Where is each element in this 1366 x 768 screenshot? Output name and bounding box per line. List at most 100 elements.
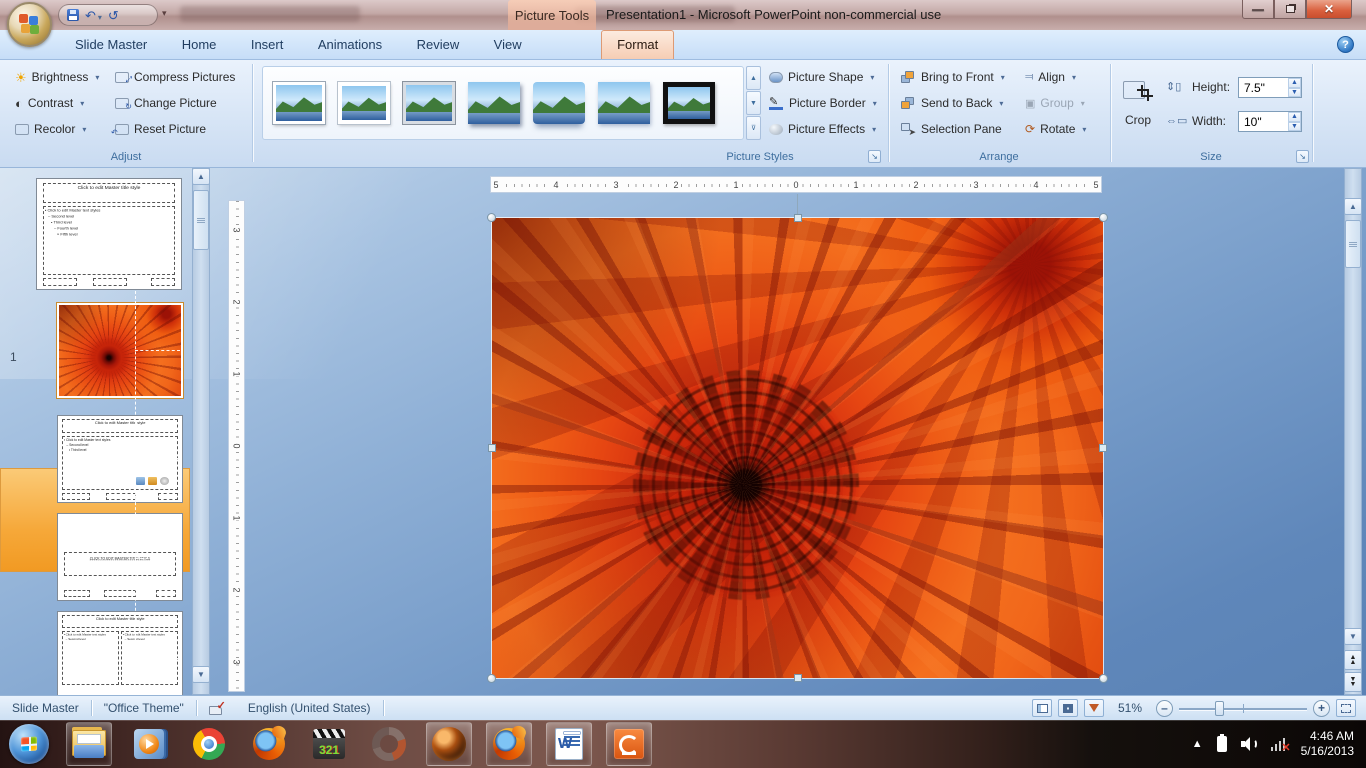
help-icon[interactable]: ? [1337,36,1354,53]
tab-animations[interactable]: Animations [303,31,397,60]
change-picture-button[interactable]: ↻ Change Picture [112,92,220,114]
scroll-up-button[interactable]: ▲ [192,168,210,185]
zoom-slider-thumb[interactable] [1215,701,1224,716]
picture-effects-button[interactable]: Picture Effects ▾ [766,118,879,140]
flower-picture[interactable] [492,218,1103,678]
zoom-out-button[interactable]: – [1156,700,1173,717]
align-button[interactable]: ⫤ Align ▾ [1022,66,1079,88]
taskbar-word[interactable]: W [546,722,592,766]
tab-home[interactable]: Home [167,31,232,60]
picture-style-thumbnail[interactable] [663,82,715,124]
theme-name-status[interactable]: "Office Theme" [92,696,196,720]
scroll-down-button[interactable]: ▼ [1344,628,1362,645]
resize-handle-bottom[interactable] [794,674,802,682]
battery-icon[interactable] [1217,736,1227,752]
width-spin-down-button[interactable]: ▼ [1288,122,1301,132]
previous-slide-button[interactable]: ▲▲ [1344,650,1362,670]
view-name-status[interactable]: Slide Master [0,696,91,720]
layout-thumbnail[interactable]: Click to edit Master title style ▪ Click… [57,611,183,695]
resize-handle-top-right[interactable] [1099,213,1108,222]
tab-format[interactable]: Format [601,30,674,59]
zoom-in-button[interactable]: + [1313,700,1330,717]
gallery-more-button[interactable]: ⊽ [746,116,761,140]
speaker-icon[interactable] [1241,737,1257,751]
crop-button[interactable]: Crop [1116,66,1160,142]
resize-handle-bottom-left[interactable] [487,674,496,683]
master-slide-thumbnail[interactable]: Click to edit Master title style ▪ Click… [36,178,182,290]
taskbar-media-player[interactable] [126,722,172,766]
zoom-level[interactable]: 51% [1110,701,1150,715]
resize-handle-left[interactable] [488,444,496,452]
picture-style-thumbnail[interactable] [533,82,585,124]
taskbar-media-player-classic[interactable]: 321 [306,722,352,766]
network-icon[interactable]: ✕ [1271,737,1287,751]
picture-border-button[interactable]: ✎ Picture Border ▾ [766,92,880,114]
tab-view[interactable]: View [479,31,537,60]
resize-handle-right[interactable] [1099,444,1107,452]
group-button[interactable]: ▣ Group ▾ [1022,92,1088,114]
resize-handle-top[interactable] [794,214,802,222]
bring-to-front-button[interactable]: Bring to Front ▾ [898,66,1008,88]
picture-styles-dialog-launcher[interactable]: ↘ [868,150,881,163]
zoom-slider[interactable] [1179,700,1307,717]
picture-style-thumbnail[interactable] [273,82,325,124]
close-button[interactable]: ✕ [1306,0,1352,19]
start-button[interactable] [6,722,52,766]
send-to-back-button[interactable]: Send to Back ▾ [898,92,1006,114]
language-status[interactable]: English (United States) [236,696,383,720]
clock[interactable]: 4:46 AM 5/16/2013 [1301,729,1354,759]
tray-expand-icon[interactable]: ▲ [1192,738,1203,750]
width-spin-up-button[interactable]: ▲ [1288,112,1301,122]
layout-thumbnail[interactable]: CLICK TO EDIT MASTER TITLE STYLE [57,513,183,601]
tab-review[interactable]: Review [402,31,475,60]
gallery-scroll-up-button[interactable]: ▲ [746,66,761,90]
scroll-up-button[interactable]: ▲ [1344,198,1362,215]
normal-view-button[interactable] [1032,699,1052,717]
save-icon[interactable] [67,9,79,21]
scrollbar-thumb[interactable] [1345,220,1361,268]
taskbar-windows-explorer[interactable] [66,722,112,766]
recolor-button[interactable]: Recolor ▾ [12,118,89,140]
resize-handle-top-left[interactable] [487,213,496,222]
picture-style-thumbnail[interactable] [468,82,520,124]
spelling-status[interactable]: ✓ [197,696,236,720]
taskbar-firefox[interactable] [246,722,292,766]
resize-handle-bottom-right[interactable] [1099,674,1108,683]
picture-style-thumbnail[interactable] [598,82,650,124]
minimize-button[interactable]: — [1242,0,1274,19]
picture-style-thumbnail[interactable] [403,82,455,124]
reset-picture-button[interactable]: ↶ Reset Picture [112,118,209,140]
office-button[interactable] [7,2,52,47]
customize-quick-access-icon[interactable]: ▾ [162,8,167,19]
undo-dropdown-icon[interactable]: ▾ [98,13,102,22]
rotate-button[interactable]: ⟳ Rotate ▾ [1022,118,1089,140]
recolor-icon [15,124,29,135]
slide-sorter-button[interactable] [1058,699,1078,717]
size-dialog-launcher[interactable]: ↘ [1296,150,1309,163]
taskbar-orb-app[interactable] [426,722,472,766]
fit-to-window-button[interactable] [1336,699,1356,717]
next-slide-button[interactable]: ▼▼ [1344,672,1362,692]
scrollbar-thumb[interactable] [193,190,209,250]
picture-style-thumbnail[interactable] [338,82,390,124]
tab-insert[interactable]: Insert [236,31,299,60]
height-spin-up-button[interactable]: ▲ [1288,78,1301,88]
taskbar-faded-app[interactable] [366,722,412,766]
contrast-button[interactable]: ◐ Contrast ▾ [12,92,87,114]
compress-pictures-button[interactable]: ⤢ Compress Pictures [112,66,238,88]
picture-shape-button[interactable]: Picture Shape ▾ [766,66,877,88]
brightness-button[interactable]: ☀ Brightness ▾ [12,66,102,88]
slide-show-button[interactable] [1084,699,1104,717]
redo-icon[interactable]: ↺ [108,9,119,22]
restore-button[interactable] [1274,0,1306,19]
tab-slide-master[interactable]: Slide Master [60,31,162,60]
taskbar-powerpoint[interactable] [606,722,652,766]
layout-thumbnail[interactable]: Click to edit Master title style ▪ Click… [57,415,183,503]
height-spin-down-button[interactable]: ▼ [1288,88,1301,98]
taskbar-firefox-window[interactable] [486,722,532,766]
selection-pane-button[interactable]: ➤ Selection Pane [898,118,1005,140]
gallery-scroll-down-button[interactable]: ▼ [746,91,761,115]
taskbar-chrome[interactable] [186,722,232,766]
undo-icon[interactable]: ↶▾ [85,9,102,22]
scroll-down-button[interactable]: ▼ [192,666,210,683]
